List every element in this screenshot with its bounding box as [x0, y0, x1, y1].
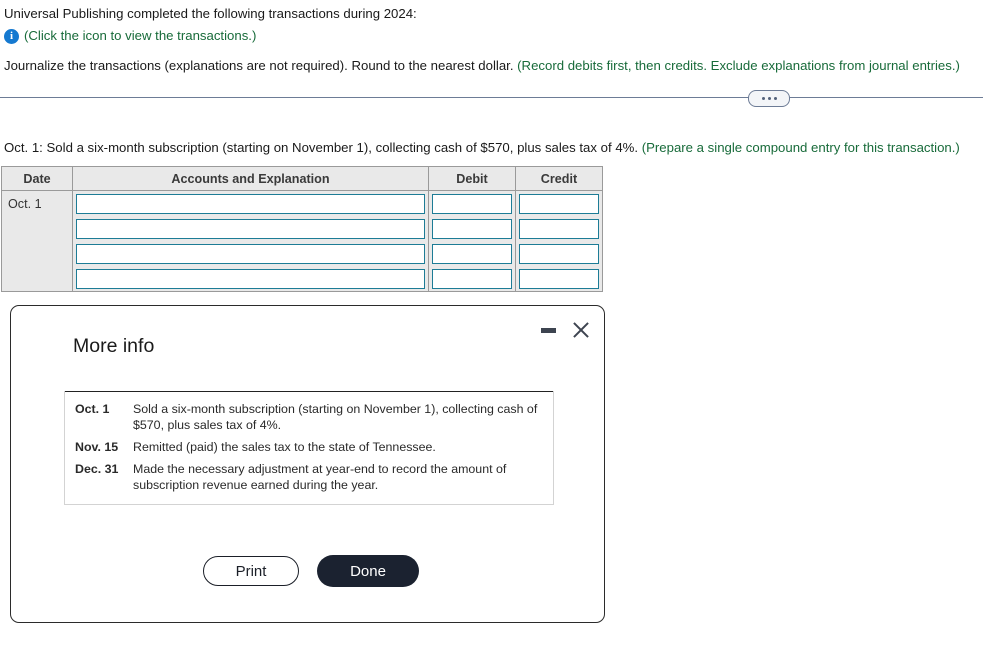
cell-padding: [516, 191, 602, 216]
journal-entry-table: Date Accounts and Explanation Debit Cred…: [1, 166, 603, 292]
journal-debit-cell: [428, 216, 515, 241]
section-divider: [0, 90, 983, 107]
accounts-input-row-2[interactable]: [76, 219, 425, 239]
journal-credit-cell: [515, 241, 602, 266]
journal-accounts-cell: [72, 241, 428, 266]
accounts-input-row-1[interactable]: [76, 194, 425, 214]
journal-header-row: Date Accounts and Explanation Debit Cred…: [1, 166, 602, 191]
journal-date-cell: Oct. 1: [1, 191, 72, 291]
collapse-toggle-button[interactable]: [748, 90, 790, 107]
cell-padding: [429, 241, 515, 266]
dialog-title: More info: [73, 335, 155, 357]
cell-padding: [429, 216, 515, 241]
cell-padding: [73, 191, 428, 216]
problem-statement: Universal Publishing completed the follo…: [4, 4, 979, 75]
transaction-prompt-text: Oct. 1: Sold a six-month subscription (s…: [4, 140, 642, 155]
info-icon[interactable]: i: [4, 28, 19, 44]
accounts-input-row-4[interactable]: [76, 269, 425, 289]
cell-padding: [429, 266, 515, 291]
table-row: Oct. 1: [1, 191, 602, 291]
minimize-icon[interactable]: [541, 327, 556, 333]
journal-accounts-cell: [72, 266, 428, 291]
instruction-line: Journalize the transactions (explanation…: [4, 57, 979, 75]
dialog-actions: Print Done: [203, 555, 419, 587]
journal-credit-cell: [515, 191, 602, 216]
transaction-prompt: Oct. 1: Sold a six-month subscription (s…: [4, 139, 960, 157]
debit-input-row-2[interactable]: [432, 219, 512, 239]
instruction-hint: (Record debits first, then credits. Excl…: [517, 58, 960, 73]
debit-input-row-3[interactable]: [432, 244, 512, 264]
journal-accounts-cell: [72, 191, 428, 216]
entry-date: Nov. 15: [75, 440, 119, 454]
column-header-debit: Debit: [428, 166, 515, 191]
print-button[interactable]: Print: [203, 556, 299, 586]
icon-hint-line: i (Click the icon to view the transactio…: [4, 27, 979, 45]
cell-padding: [73, 241, 428, 266]
list-item: Nov. 15 Remitted (paid) the sales tax to…: [65, 436, 553, 458]
more-info-dialog: More info Oct. 1 Sold a six-month subscr…: [10, 305, 605, 623]
transaction-prompt-hint: (Prepare a single compound entry for thi…: [641, 140, 960, 155]
cell-padding: [73, 216, 428, 241]
credit-input-row-3[interactable]: [519, 244, 599, 264]
entry-description: Remitted (paid) the sales tax to the sta…: [133, 440, 436, 454]
close-icon[interactable]: [572, 321, 590, 339]
dialog-window-controls: [541, 321, 590, 339]
entry-date: Dec. 31: [75, 462, 119, 476]
credit-input-row-4[interactable]: [519, 269, 599, 289]
dot-icon: [773, 97, 777, 100]
table-row: [1, 241, 602, 266]
entry-description: Sold a six-month subscription (starting …: [133, 402, 538, 432]
journal-debit-cell: [428, 266, 515, 291]
done-button[interactable]: Done: [317, 555, 419, 587]
accounts-input-row-3[interactable]: [76, 244, 425, 264]
column-header-date: Date: [1, 166, 72, 191]
list-item: Oct. 1 Sold a six-month subscription (st…: [65, 398, 553, 436]
journal-debit-cell: [428, 241, 515, 266]
problem-intro: Universal Publishing completed the follo…: [4, 6, 417, 21]
entry-date: Oct. 1: [75, 402, 110, 416]
transactions-info-table: Oct. 1 Sold a six-month subscription (st…: [64, 391, 554, 505]
debit-input-row-4[interactable]: [432, 269, 512, 289]
credit-input-row-2[interactable]: [519, 219, 599, 239]
cell-padding: [429, 191, 515, 216]
journal-credit-cell: [515, 216, 602, 241]
journal-credit-cell: [515, 266, 602, 291]
cell-padding: [516, 241, 602, 266]
info-table-body: Oct. 1 Sold a six-month subscription (st…: [65, 391, 553, 504]
column-header-credit: Credit: [515, 166, 602, 191]
list-item: Dec. 31 Made the necessary adjustment at…: [65, 458, 553, 496]
dot-icon: [767, 97, 771, 100]
instruction-text: Journalize the transactions (explanation…: [4, 58, 518, 73]
entry-description: Made the necessary adjustment at year-en…: [133, 462, 507, 492]
journal-debit-cell: [428, 191, 515, 216]
divider-line: [0, 97, 983, 98]
journal-accounts-cell: [72, 216, 428, 241]
cell-padding: [516, 216, 602, 241]
debit-input-row-1[interactable]: [432, 194, 512, 214]
cell-padding: [516, 266, 602, 291]
dot-icon: [761, 97, 765, 100]
cell-padding: [73, 266, 428, 291]
table-row: [1, 266, 602, 291]
table-row: [1, 216, 602, 241]
column-header-accounts: Accounts and Explanation: [72, 166, 428, 191]
credit-input-row-1[interactable]: [519, 194, 599, 214]
icon-hint-text[interactable]: (Click the icon to view the transactions…: [24, 27, 256, 45]
